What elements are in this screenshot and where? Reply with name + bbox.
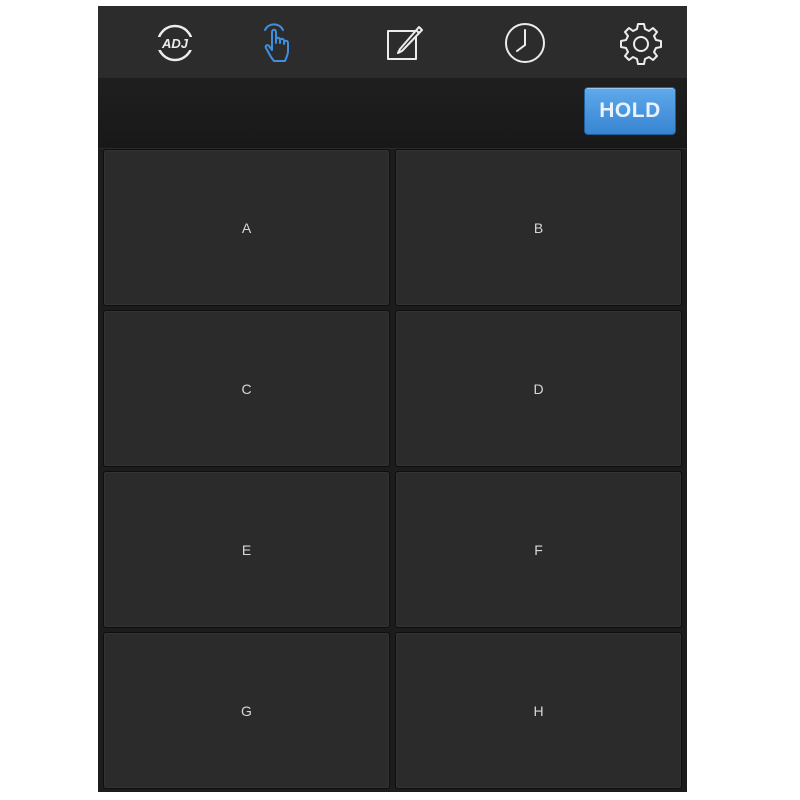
hold-button[interactable]: HOLD — [584, 87, 676, 135]
pad-label: H — [533, 702, 544, 719]
clock-icon — [505, 23, 545, 63]
pad-f[interactable]: F — [395, 471, 682, 628]
app-window: ADJ HOLD A B C D E F G H — [98, 6, 687, 792]
pad-a[interactable]: A — [103, 149, 390, 306]
pad-label: B — [533, 219, 544, 236]
nav-edit[interactable] — [383, 20, 429, 66]
gear-icon — [620, 23, 662, 65]
pad-g[interactable]: G — [103, 632, 390, 789]
pad-label: G — [241, 702, 252, 719]
adj-logo[interactable]: ADJ — [152, 20, 198, 66]
hold-bar: HOLD — [98, 78, 687, 149]
nav-clock[interactable] — [502, 20, 548, 66]
pad-d[interactable]: D — [395, 310, 682, 467]
pad-label: F — [534, 541, 543, 558]
nav-touch[interactable] — [255, 20, 301, 66]
pad-label: A — [241, 219, 252, 236]
top-toolbar: ADJ — [98, 6, 687, 78]
adj-logo-icon: ADJ — [154, 24, 196, 62]
pad-label: C — [241, 380, 252, 397]
pad-grid: A B C D E F G H — [103, 149, 684, 789]
pad-b[interactable]: B — [395, 149, 682, 306]
pad-label: D — [533, 380, 544, 397]
adj-logo-text: ADJ — [161, 36, 189, 51]
touch-hand-icon — [264, 23, 289, 62]
pad-label: E — [241, 541, 252, 558]
nav-settings[interactable] — [618, 20, 664, 66]
pad-c[interactable]: C — [103, 310, 390, 467]
pad-h[interactable]: H — [395, 632, 682, 789]
pad-e[interactable]: E — [103, 471, 390, 628]
edit-icon — [387, 26, 423, 60]
